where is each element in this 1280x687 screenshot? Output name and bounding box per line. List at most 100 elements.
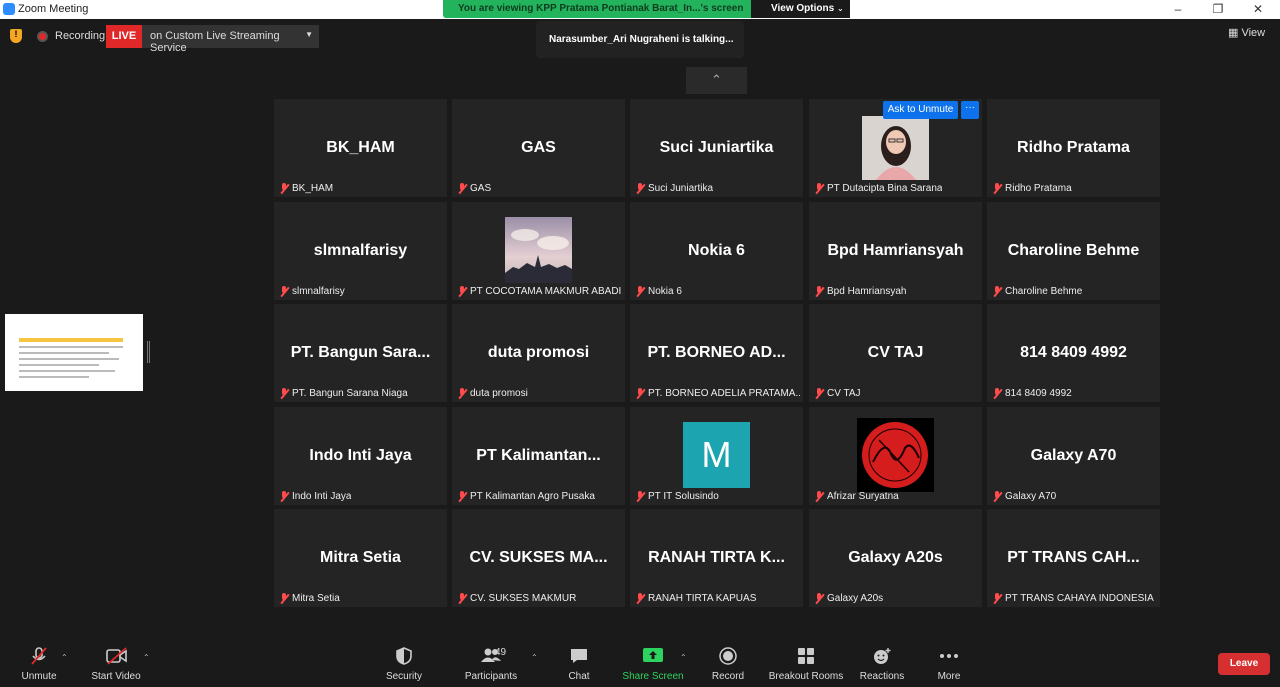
- participant-tile[interactable]: CV TAJ CV TAJ: [809, 304, 982, 402]
- participant-tile[interactable]: Nokia 6 Nokia 6: [630, 202, 803, 300]
- security-shield-icon[interactable]: !: [10, 29, 22, 43]
- participant-tile[interactable]: Mitra Setia Mitra Setia: [274, 509, 447, 607]
- reactions-button[interactable]: Reactions: [858, 635, 906, 682]
- view-label: View: [1241, 27, 1266, 39]
- breakout-rooms-label: Breakout Rooms: [768, 671, 844, 682]
- security-button[interactable]: Security: [382, 635, 426, 682]
- participant-tile[interactable]: Ridho Pratama Ridho Pratama: [987, 99, 1160, 197]
- view-button[interactable]: ▦ View: [1228, 26, 1265, 39]
- more-label: More: [937, 671, 961, 682]
- tile-more-button[interactable]: ···: [961, 101, 979, 119]
- participants-count: 49: [495, 647, 507, 658]
- muted-mic-icon: [457, 183, 467, 194]
- participant-display-name: Mitra Setia: [320, 549, 401, 566]
- muted-mic-icon: [635, 491, 645, 502]
- participant-tile[interactable]: BK_HAM BK_HAM: [274, 99, 447, 197]
- participant-tile[interactable]: slmnalfarisy slmnalfarisy: [274, 202, 447, 300]
- participant-display-name: Bpd Hamriansyah: [827, 242, 964, 259]
- share-screen-button[interactable]: Share Screen: [622, 635, 684, 682]
- more-button[interactable]: More: [934, 635, 964, 682]
- participant-display-name: CV TAJ: [867, 344, 924, 361]
- participant-tile[interactable]: Charoline Behme Charoline Behme: [987, 202, 1160, 300]
- caret-down-icon: ▼: [305, 30, 313, 39]
- participant-tile[interactable]: PT TRANS CAH... PT TRANS CAHAYA INDONESIA: [987, 509, 1160, 607]
- participant-tile[interactable]: GAS GAS: [452, 99, 625, 197]
- participants-button[interactable]: 49 Participants: [462, 635, 520, 682]
- video-options-caret-icon[interactable]: ⌃: [143, 653, 150, 662]
- record-icon: [718, 647, 738, 665]
- participant-name-label: PT COCOTAMA MAKMUR ABADI: [470, 286, 622, 297]
- muted-mic-icon: [814, 388, 824, 399]
- participant-name-label: Indo Inti Jaya: [292, 491, 352, 502]
- share-options-caret-icon[interactable]: ⌃: [680, 653, 687, 662]
- recording-label: Recording: [55, 30, 106, 42]
- breakout-rooms-button[interactable]: Breakout Rooms: [766, 635, 846, 682]
- minimize-icon[interactable]: –: [1168, 2, 1188, 16]
- chat-label: Chat: [568, 671, 590, 682]
- participant-tile[interactable]: PT Kalimantan... PT Kalimantan Agro Pusak…: [452, 407, 625, 505]
- participant-tile[interactable]: Bpd Hamriansyah Bpd Hamriansyah: [809, 202, 982, 300]
- participant-name-label: PT Kalimantan Agro Pusaka: [470, 491, 595, 502]
- participant-tile[interactable]: PT. BORNEO AD... PT. BORNEO ADELIA PRATAM…: [630, 304, 803, 402]
- participant-name-label: Galaxy A20s: [827, 593, 884, 604]
- collapse-gallery-button[interactable]: ⌃: [686, 67, 747, 94]
- reactions-icon: [872, 647, 892, 665]
- participant-tile[interactable]: Suci Juniartika Suci Juniartika: [630, 99, 803, 197]
- unmute-label: Unmute: [21, 671, 57, 682]
- unmute-button[interactable]: Unmute: [18, 635, 60, 682]
- shared-screen-thumbnail[interactable]: [5, 314, 143, 391]
- participant-tile[interactable]: PT IT Solusindo M: [630, 407, 803, 505]
- participant-video-portrait: [862, 116, 929, 180]
- chevron-up-icon: ⌃: [711, 72, 722, 87]
- start-video-button[interactable]: Start Video: [88, 635, 144, 682]
- record-button[interactable]: Record: [709, 635, 747, 682]
- participant-display-name: 814 8409 4992: [1020, 344, 1127, 361]
- muted-mic-icon: [814, 593, 824, 604]
- muted-mic-icon: [457, 388, 467, 399]
- muted-mic-icon: [992, 491, 1002, 502]
- more-dots-icon: [939, 647, 959, 665]
- participants-label: Participants: [464, 671, 518, 682]
- chat-button[interactable]: Chat: [564, 635, 594, 682]
- participant-name-label: CV TAJ: [827, 388, 861, 399]
- participant-tile[interactable]: RANAH TIRTA K... RANAH TIRTA KAPUAS: [630, 509, 803, 607]
- participant-name-label: GAS: [470, 183, 492, 194]
- participant-name-label: Afrizar Suryatna: [827, 491, 899, 502]
- participant-tile[interactable]: PT COCOTAMA MAKMUR ABADI: [452, 202, 625, 300]
- participant-display-name: PT TRANS CAH...: [1007, 549, 1140, 566]
- leave-button[interactable]: Leave: [1218, 653, 1270, 675]
- close-icon[interactable]: ✕: [1248, 2, 1268, 16]
- participant-tile[interactable]: Afrizar Suryatna: [809, 407, 982, 505]
- chat-icon: [569, 647, 589, 665]
- participant-tile[interactable]: 814 8409 4992 814 8409 4992: [987, 304, 1160, 402]
- live-service-label: on Custom Live Streaming Service: [150, 30, 280, 54]
- share-screen-label: Share Screen: [622, 671, 684, 682]
- participant-display-name: RANAH TIRTA K...: [648, 549, 785, 566]
- participant-name-label: Suci Juniartika: [648, 183, 714, 194]
- participant-tile[interactable]: PT. Bangun Sara... PT. Bangun Sarana Niag…: [274, 304, 447, 402]
- participant-tile[interactable]: Indo Inti Jaya Indo Inti Jaya: [274, 407, 447, 505]
- participant-name-label: RANAH TIRTA KAPUAS: [648, 593, 757, 604]
- participant-name-label: Galaxy A70: [1005, 491, 1057, 502]
- grid-icon: ▦: [1228, 27, 1242, 39]
- live-service-dropdown[interactable]: on Custom Live Streaming Service ▼: [142, 25, 319, 54]
- restore-icon[interactable]: ❐: [1208, 2, 1228, 16]
- muted-mic-icon: [635, 286, 645, 297]
- view-options-button[interactable]: View Options ⌄: [751, 0, 850, 18]
- participant-name-label: Mitra Setia: [292, 593, 340, 604]
- participants-options-caret-icon[interactable]: ⌃: [531, 653, 538, 662]
- panel-resize-handle[interactable]: [147, 341, 150, 363]
- participant-name-label: PT. Bangun Sarana Niaga: [292, 388, 408, 399]
- participant-tile[interactable]: Galaxy A70 Galaxy A70: [987, 407, 1160, 505]
- participant-tile[interactable]: CV. SUKSES MA... CV. SUKSES MAKMUR: [452, 509, 625, 607]
- participant-name-label: slmnalfarisy: [292, 286, 345, 297]
- audio-options-caret-icon[interactable]: ⌃: [61, 653, 68, 662]
- ask-to-unmute-button[interactable]: Ask to Unmute: [883, 101, 958, 119]
- participant-name-label: duta promosi: [470, 388, 528, 399]
- shield-icon: [394, 647, 414, 665]
- muted-mic-icon: [279, 388, 289, 399]
- muted-mic-icon: [635, 183, 645, 194]
- participant-tile[interactable]: duta promosi duta promosi: [452, 304, 625, 402]
- participant-tile[interactable]: Galaxy A20s Galaxy A20s: [809, 509, 982, 607]
- meeting-toolbar: Unmute ⌃ Start Video ⌃ Security 49 Parti…: [0, 635, 1280, 687]
